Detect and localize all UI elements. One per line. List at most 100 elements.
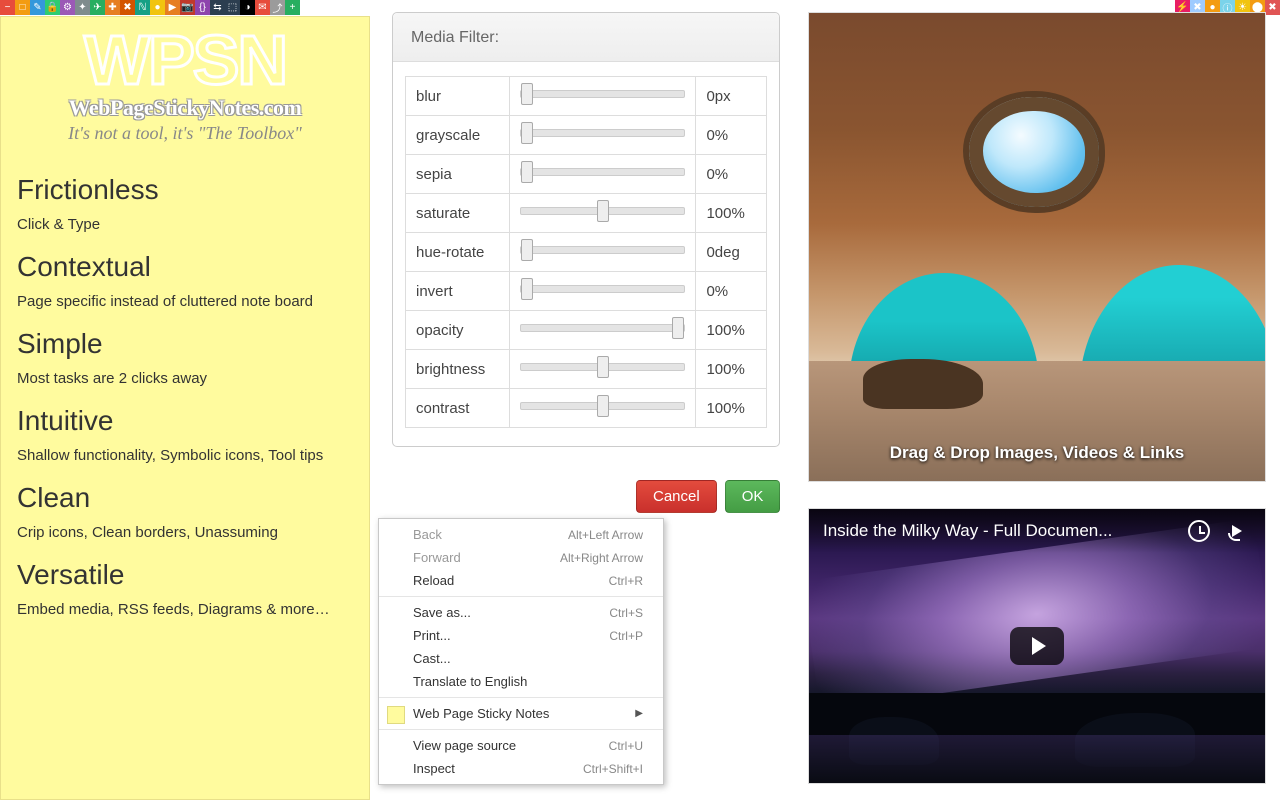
toolbar-icon[interactable]: ✖ <box>120 0 135 15</box>
note-toolbar-left: −□✎🔒⚙✦✈✚✖ℕ●▶📷{}⇆⬚◑✉⤴+ <box>0 0 300 15</box>
feature-heading: Intuitive <box>17 405 353 437</box>
feature-heading: Contextual <box>17 251 353 283</box>
toolbar-icon[interactable]: − <box>0 0 15 15</box>
submenu-arrow-icon: ▶ <box>635 708 643 719</box>
toolbar-icon[interactable]: 📷 <box>180 0 195 15</box>
menu-item-reload[interactable]: ReloadCtrl+R <box>379 569 663 592</box>
image-caption: Drag & Drop Images, Videos & Links <box>809 443 1265 463</box>
filter-slider-blur[interactable] <box>520 85 686 103</box>
wpsn-logo-letters: WPSN <box>17 25 353 95</box>
feature-description: Embed media, RSS feeds, Diagrams & more… <box>17 601 353 618</box>
toolbar-icon[interactable]: ✦ <box>75 0 90 15</box>
filter-value: 100% <box>696 311 767 350</box>
menu-item-label: Cast... <box>413 651 451 666</box>
filter-name: contrast <box>406 389 510 428</box>
wpsn-tagline: It's not a tool, it's "The Toolbox" <box>17 123 353 144</box>
menu-shortcut: Ctrl+S <box>609 606 643 620</box>
filter-slider-opacity[interactable] <box>520 319 686 337</box>
wpsn-url: WebPageStickyNotes.com <box>17 95 353 121</box>
toolbar-icon[interactable]: ● <box>150 0 165 15</box>
media-filter-heading: Media Filter: <box>393 13 779 62</box>
toolbar-icon[interactable]: ◑ <box>240 0 255 15</box>
feature-heading: Versatile <box>17 559 353 591</box>
menu-item-label: Print... <box>413 628 451 643</box>
menu-item-label: View page source <box>413 738 516 753</box>
filter-slider-grayscale[interactable] <box>520 124 686 142</box>
cancel-button[interactable]: Cancel <box>636 480 717 513</box>
image-sticky-note[interactable]: Drag & Drop Images, Videos & Links <box>808 12 1266 482</box>
toolbar-icon[interactable]: ✈ <box>90 0 105 15</box>
filter-slider-sepia[interactable] <box>520 163 686 181</box>
menu-item-translate-to-english[interactable]: Translate to English <box>379 670 663 693</box>
filter-name: opacity <box>406 311 510 350</box>
toolbar-icon[interactable]: □ <box>15 0 30 15</box>
filter-slider-contrast[interactable] <box>520 397 686 415</box>
filter-name: invert <box>406 272 510 311</box>
filter-name: saturate <box>406 194 510 233</box>
menu-divider <box>379 729 663 730</box>
video-sticky-note[interactable]: Inside the Milky Way - Full Documen... <box>808 508 1266 784</box>
video-title: Inside the Milky Way - Full Documen... <box>823 521 1175 541</box>
menu-item-label: Save as... <box>413 605 471 620</box>
filter-value: 100% <box>696 350 767 389</box>
feature-description: Most tasks are 2 clicks away <box>17 370 353 387</box>
menu-item-label: Back <box>413 527 442 542</box>
feature-heading: Simple <box>17 328 353 360</box>
menu-item-inspect[interactable]: Inspect Ctrl+Shift+I <box>379 757 663 780</box>
toolbar-icon[interactable]: ⬚ <box>225 0 240 15</box>
filter-slider-brightness[interactable] <box>520 358 686 376</box>
filter-value: 0deg <box>696 233 767 272</box>
menu-item-web-page-sticky-notes[interactable]: Web Page Sticky Notes ▶ <box>379 702 663 725</box>
menu-shortcut: Ctrl+Shift+I <box>583 762 643 776</box>
toolbar-icon[interactable]: 🔒 <box>45 0 60 15</box>
filter-value: 100% <box>696 389 767 428</box>
menu-shortcut: Ctrl+P <box>609 629 643 643</box>
menu-item-print[interactable]: Print... Ctrl+P <box>379 624 663 647</box>
watch-later-icon[interactable] <box>1185 517 1213 545</box>
play-button[interactable] <box>1010 627 1064 665</box>
toolbar-icon[interactable]: ✖ <box>1265 0 1280 15</box>
filter-slider-saturate[interactable] <box>520 202 686 220</box>
feature-description: Page specific instead of cluttered note … <box>17 293 353 310</box>
media-filter-dialog: Media Filter: blur0pxgrayscale0%sepia0%s… <box>392 12 780 447</box>
menu-item-label: Reload <box>413 573 454 588</box>
filter-value: 100% <box>696 194 767 233</box>
menu-shortcut: Ctrl+U <box>609 739 643 753</box>
toolbar-icon[interactable]: ✎ <box>30 0 45 15</box>
context-menu: BackAlt+Left Arrow Forward Alt+Right Arrow… <box>378 518 664 785</box>
menu-item-label: Inspect <box>413 761 455 776</box>
feature-heading: Frictionless <box>17 174 353 206</box>
menu-item-forward: Forward Alt+Right Arrow <box>379 546 663 569</box>
menu-item-view-page-source[interactable]: View page source Ctrl+U <box>379 734 663 757</box>
toolbar-icon[interactable]: ℕ <box>135 0 150 15</box>
filter-name: grayscale <box>406 116 510 155</box>
toolbar-icon[interactable]: + <box>285 0 300 15</box>
toolbar-icon[interactable]: ▶ <box>165 0 180 15</box>
filter-slider-hue-rotate[interactable] <box>520 241 686 259</box>
toolbar-icon[interactable]: ⤴ <box>270 0 285 15</box>
menu-item-label: Translate to English <box>413 674 527 689</box>
video-title-bar: Inside the Milky Way - Full Documen... <box>809 509 1265 553</box>
menu-divider <box>379 596 663 597</box>
toolbar-icon[interactable]: ⚙ <box>60 0 75 15</box>
menu-item-back: BackAlt+Left Arrow <box>379 523 663 546</box>
filter-value: 0px <box>696 77 767 116</box>
toolbar-icon[interactable]: ✚ <box>105 0 120 15</box>
filter-name: sepia <box>406 155 510 194</box>
menu-shortcut: Alt+Right Arrow <box>560 551 643 565</box>
cave-image: Drag & Drop Images, Videos & Links <box>809 13 1265 481</box>
toolbar-icon[interactable]: ⇆ <box>210 0 225 15</box>
menu-item-save-as[interactable]: Save as... Ctrl+S <box>379 601 663 624</box>
filter-value: 0% <box>696 155 767 194</box>
menu-item-label: Web Page Sticky Notes <box>413 706 549 721</box>
menu-item-label: Forward <box>413 550 461 565</box>
filter-slider-invert[interactable] <box>520 280 686 298</box>
share-icon[interactable] <box>1223 517 1251 545</box>
menu-item-cast[interactable]: Cast... <box>379 647 663 670</box>
toolbar-icon[interactable]: ✉ <box>255 0 270 15</box>
filter-value: 0% <box>696 272 767 311</box>
feature-description: Shallow functionality, Symbolic icons, T… <box>17 447 353 464</box>
toolbar-icon[interactable]: {} <box>195 0 210 15</box>
ok-button[interactable]: OK <box>725 480 781 513</box>
filter-name: hue-rotate <box>406 233 510 272</box>
